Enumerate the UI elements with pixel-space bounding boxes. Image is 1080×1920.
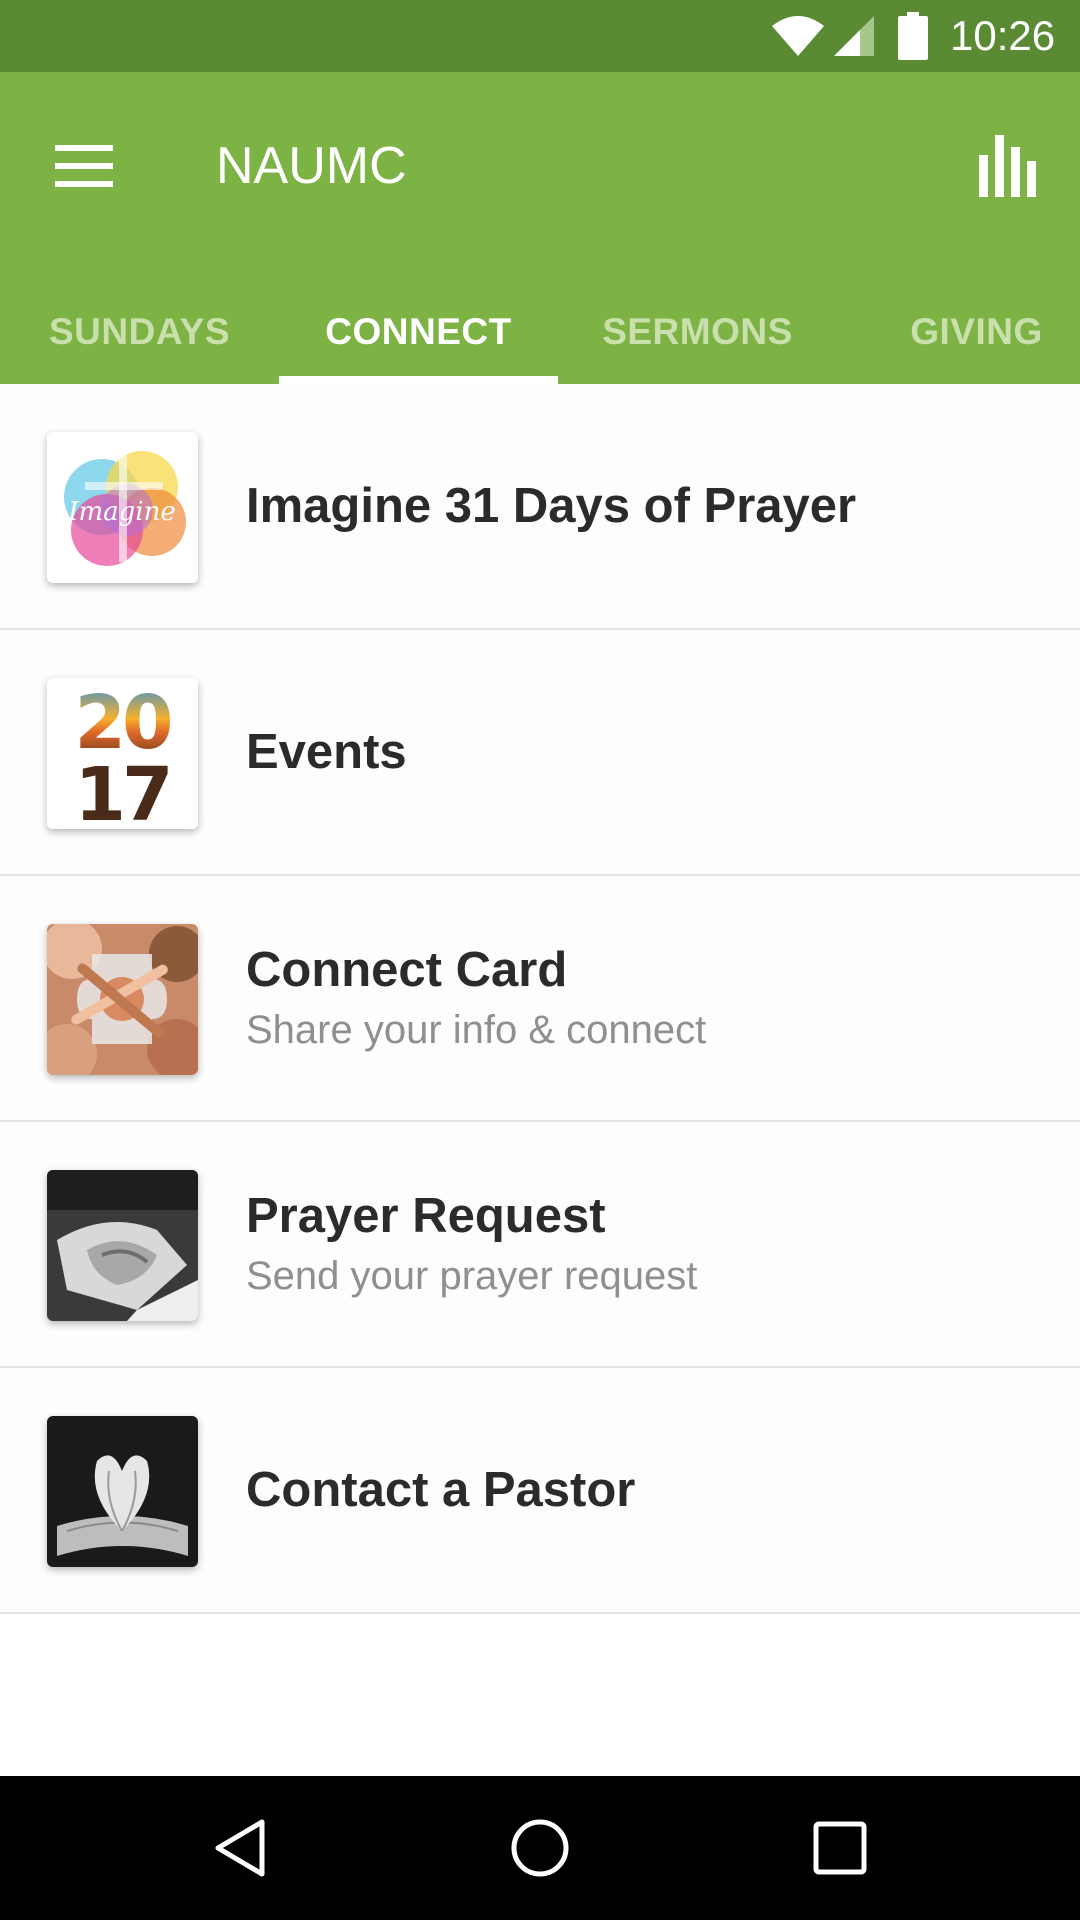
battery-icon	[898, 12, 928, 60]
tab-giving[interactable]: GIVING	[837, 280, 1080, 384]
item-title: Contact a Pastor	[246, 1463, 636, 1517]
app-title: NAUMC	[216, 137, 407, 195]
navigation-bar	[0, 1776, 1080, 1920]
list-item-prayer-request[interactable]: Prayer Request Send your prayer request	[0, 1122, 1080, 1368]
recents-icon	[813, 1821, 867, 1875]
tab-sermons[interactable]: SERMONS	[558, 280, 837, 384]
home-icon	[511, 1819, 569, 1877]
active-tab-indicator	[279, 376, 558, 384]
list-item-connect-card[interactable]: Connect Card Share your info & connect	[0, 876, 1080, 1122]
back-button[interactable]	[190, 1798, 290, 1898]
back-icon	[215, 1819, 265, 1877]
stats-button[interactable]	[964, 116, 1052, 216]
tab-sundays[interactable]: SUNDAYS	[0, 280, 279, 384]
puzzle-hands-thumbnail	[47, 924, 198, 1075]
bar-chart-icon	[979, 135, 1036, 197]
thumbnail-text: Imagine	[67, 497, 176, 527]
2017-calendar-thumbnail: 20 17	[47, 678, 198, 829]
tab-connect[interactable]: CONNECT	[279, 280, 558, 384]
recents-button[interactable]	[790, 1798, 890, 1898]
item-title: Imagine 31 Days of Prayer	[246, 479, 857, 533]
connect-list: Imagine Imagine 31 Days of Prayer 20 17 …	[0, 384, 1080, 1614]
item-title: Prayer Request	[246, 1189, 606, 1243]
tab-bar: SUNDAYS CONNECT SERMONS GIVING	[0, 280, 1080, 384]
item-subtitle: Send your prayer request	[246, 1254, 698, 1298]
item-title: Connect Card	[246, 943, 568, 997]
wifi-icon	[772, 16, 824, 56]
app-bar: NAUMC SUNDAYS CONNECT SERMONS GIVING	[0, 72, 1080, 384]
cell-signal-icon	[834, 16, 874, 56]
imagine-watercolor-thumbnail: Imagine	[47, 432, 198, 583]
list-item-imagine-prayer[interactable]: Imagine Imagine 31 Days of Prayer	[0, 384, 1080, 630]
list-item-events[interactable]: 20 17 Events	[0, 630, 1080, 876]
item-title: Events	[246, 725, 407, 779]
praying-hands-thumbnail	[47, 1170, 198, 1321]
svg-text:17: 17	[75, 752, 170, 829]
list-item-contact-pastor[interactable]: Contact a Pastor	[0, 1368, 1080, 1614]
status-time: 10:26	[950, 12, 1056, 59]
item-subtitle: Share your info & connect	[246, 1008, 707, 1052]
home-button[interactable]	[490, 1798, 590, 1898]
hamburger-menu-icon	[55, 145, 113, 187]
menu-button[interactable]	[40, 122, 128, 210]
status-bar: 10:26	[0, 0, 1080, 72]
book-heart-thumbnail	[47, 1416, 198, 1567]
